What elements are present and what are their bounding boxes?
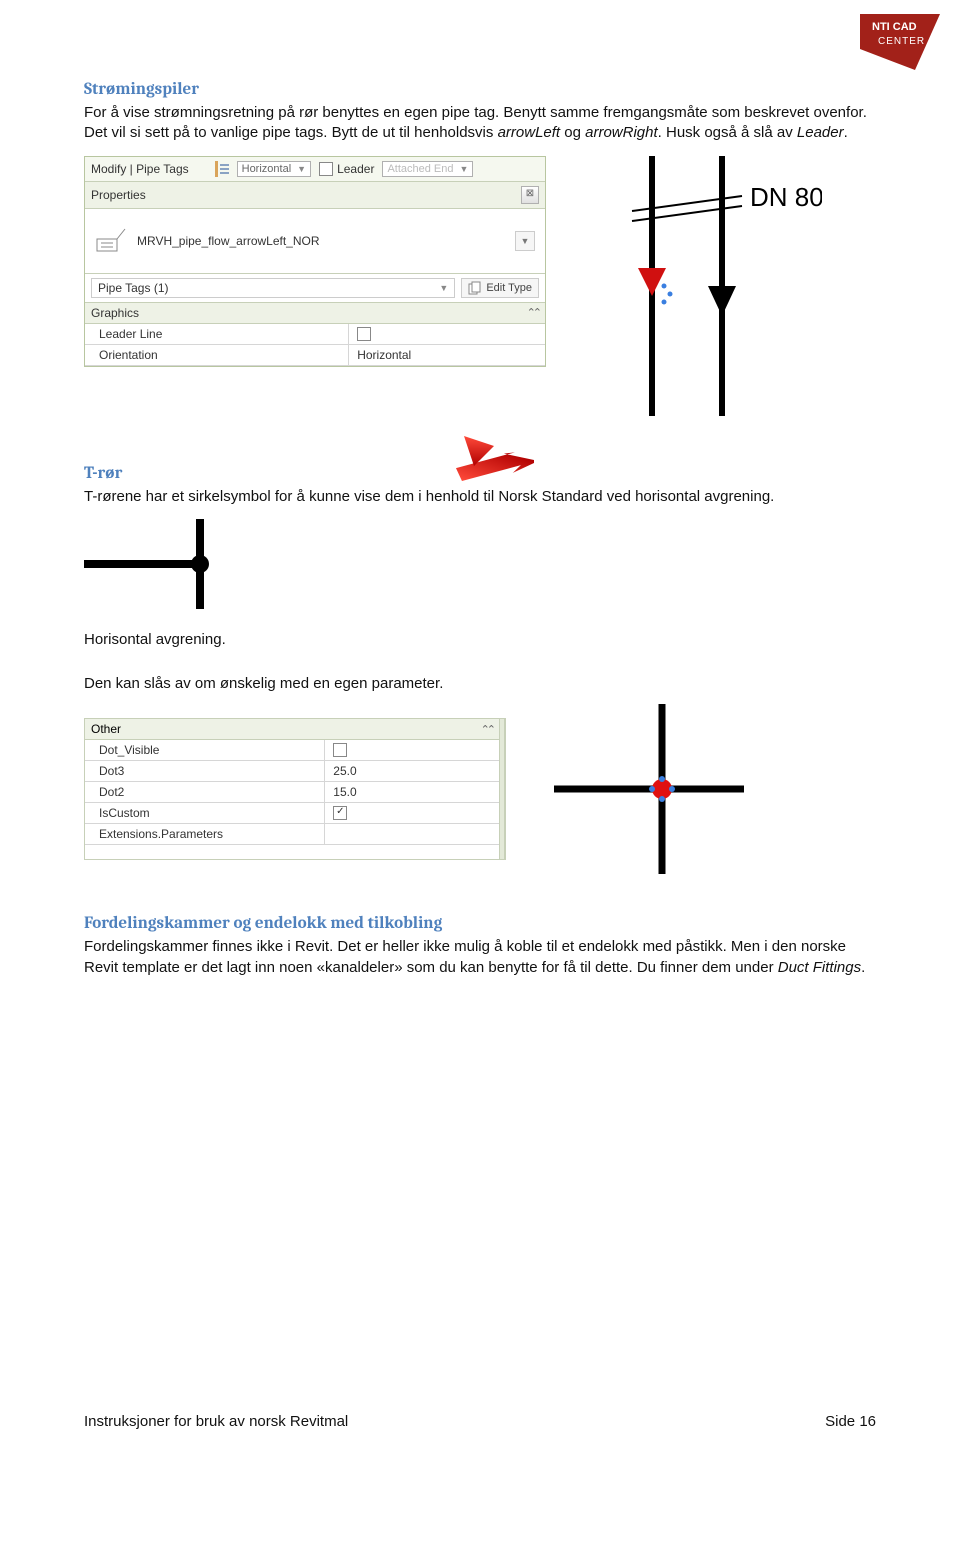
chevron-down-icon: ▼ — [460, 164, 469, 174]
collapse-icon: ⌃⌃ — [527, 306, 539, 319]
edit-type-button[interactable]: Edit Type — [461, 278, 539, 298]
checkbox-label: Leader — [337, 162, 374, 176]
property-row-extensions: Extensions.Parameters — [85, 824, 499, 845]
heading-fordeling: Fordelingskammer og endelokk med tilkobl… — [84, 914, 876, 933]
group-label: Graphics — [91, 306, 139, 320]
property-value[interactable]: 15.0 — [325, 782, 499, 802]
property-value[interactable] — [349, 324, 545, 344]
svg-text:NTI CAD: NTI CAD — [872, 21, 917, 33]
checkbox-box — [319, 162, 333, 176]
property-row-dot3: Dot3 25.0 — [85, 761, 499, 782]
property-value[interactable] — [325, 740, 499, 760]
properties-title: Properties — [91, 188, 146, 202]
checkbox-checked-icon — [333, 806, 347, 820]
other-properties-panel: Other ⌃⌃ Dot_Visible Dot3 25.0 Dot2 15.0 — [84, 718, 506, 860]
property-row-orientation: Orientation Horizontal — [85, 345, 545, 366]
text-italic: Leader — [797, 124, 844, 141]
paragraph-stromingspiler: For å vise strømningsretning på rør beny… — [84, 103, 876, 144]
property-row-iscustom: IsCustom — [85, 803, 499, 824]
ribbon-row: Modify | Pipe Tags Horizontal ▼ Leader — [85, 157, 545, 182]
pipe-flow-diagram: DN 80 — [582, 156, 822, 416]
property-key: Leader Line — [85, 324, 349, 344]
property-key: Extensions.Parameters — [85, 824, 325, 844]
heading-stromingspiler: Strømingspiler — [84, 80, 876, 99]
property-key: IsCustom — [85, 803, 325, 823]
footer-left: Instruksjoner for bruk av norsk Revitmal — [84, 1413, 348, 1430]
property-key: Dot3 — [85, 761, 325, 781]
group-header-other[interactable]: Other ⌃⌃ — [85, 719, 499, 740]
cross-pipe-symbol — [554, 704, 744, 874]
type-name: MRVH_pipe_flow_arrowLeft_NOR — [137, 234, 505, 248]
group-header-graphics[interactable]: Graphics ⌃⌃ — [85, 303, 545, 324]
orientation-dropdown[interactable]: Horizontal ▼ — [237, 161, 311, 177]
checkbox-icon — [333, 743, 347, 757]
text-italic: arrowLeft — [498, 124, 561, 141]
paragraph-fordeling: Fordelingskammer finnes ikke i Revit. De… — [84, 937, 876, 978]
property-value[interactable] — [325, 803, 499, 823]
checkbox-icon — [357, 327, 371, 341]
text: . — [861, 959, 865, 976]
chevron-down-icon[interactable]: ▼ — [515, 231, 535, 251]
instance-row: Pipe Tags (1) ▼ Edit Type — [85, 274, 545, 303]
tag-type-icon — [95, 227, 127, 255]
property-key: Dot_Visible — [85, 740, 325, 760]
footer-right: Side 16 — [825, 1413, 876, 1430]
page-footer: Instruksjoner for bruk av norsk Revitmal… — [84, 1413, 876, 1430]
property-row-dot-visible: Dot_Visible — [85, 740, 499, 761]
paragraph-tror-2: Horisontal avgrening. — [84, 630, 876, 650]
property-key: Orientation — [85, 345, 349, 365]
property-value[interactable]: Horizontal — [349, 345, 545, 365]
dropdown-value: Attached End — [387, 163, 453, 175]
edit-type-icon — [468, 281, 482, 295]
edit-type-label: Edit Type — [486, 282, 532, 294]
paragraph-tror-3: Den kan slås av om ønskelig med en egen … — [84, 674, 876, 694]
property-row-leader-line: Leader Line — [85, 324, 545, 345]
chevron-down-icon: ▼ — [297, 164, 306, 174]
revit-panel: Modify | Pipe Tags Horizontal ▼ Leader — [84, 156, 546, 367]
scrollbar[interactable] — [499, 719, 505, 859]
context-tab-label: Modify | Pipe Tags — [91, 162, 189, 176]
text: og — [560, 124, 585, 141]
heading-tror: T-rør — [84, 464, 876, 483]
nti-cad-logo: NTI CAD CENTER — [860, 14, 940, 70]
property-value[interactable]: 25.0 — [325, 761, 499, 781]
leader-checkbox[interactable]: Leader — [319, 162, 374, 176]
property-row-dot2: Dot2 15.0 — [85, 782, 499, 803]
t-pipe-symbol — [84, 519, 244, 609]
text-italic: Duct Fittings — [778, 959, 861, 976]
collapse-icon: ⌃⌃ — [481, 723, 493, 736]
chevron-down-icon: ▼ — [439, 283, 448, 293]
dropdown-value: Horizontal — [242, 163, 292, 175]
text-italic: arrowRight — [585, 124, 658, 141]
instance-selector[interactable]: Pipe Tags (1) ▼ — [91, 278, 455, 298]
close-panel-button[interactable]: ⊠ — [521, 186, 539, 204]
text: . Husk også å slå av — [658, 124, 797, 141]
group-label: Other — [91, 722, 121, 736]
svg-text:DN 80: DN 80 — [750, 182, 822, 212]
paragraph-tror-1: T-rørene har et sirkelsymbol for å kunne… — [84, 487, 876, 507]
tag-align-icon[interactable] — [215, 161, 229, 177]
text: . — [844, 124, 848, 141]
text: Fordelingskammer finnes ikke i Revit. De… — [84, 938, 846, 975]
attached-end-dropdown[interactable]: Attached End ▼ — [382, 161, 473, 177]
property-value[interactable] — [325, 824, 499, 844]
svg-text:CENTER: CENTER — [878, 36, 925, 47]
properties-header: Properties ⊠ — [85, 182, 545, 209]
property-key: Dot2 — [85, 782, 325, 802]
instance-value: Pipe Tags (1) — [98, 281, 168, 295]
type-selector[interactable]: MRVH_pipe_flow_arrowLeft_NOR ▼ — [85, 209, 545, 274]
